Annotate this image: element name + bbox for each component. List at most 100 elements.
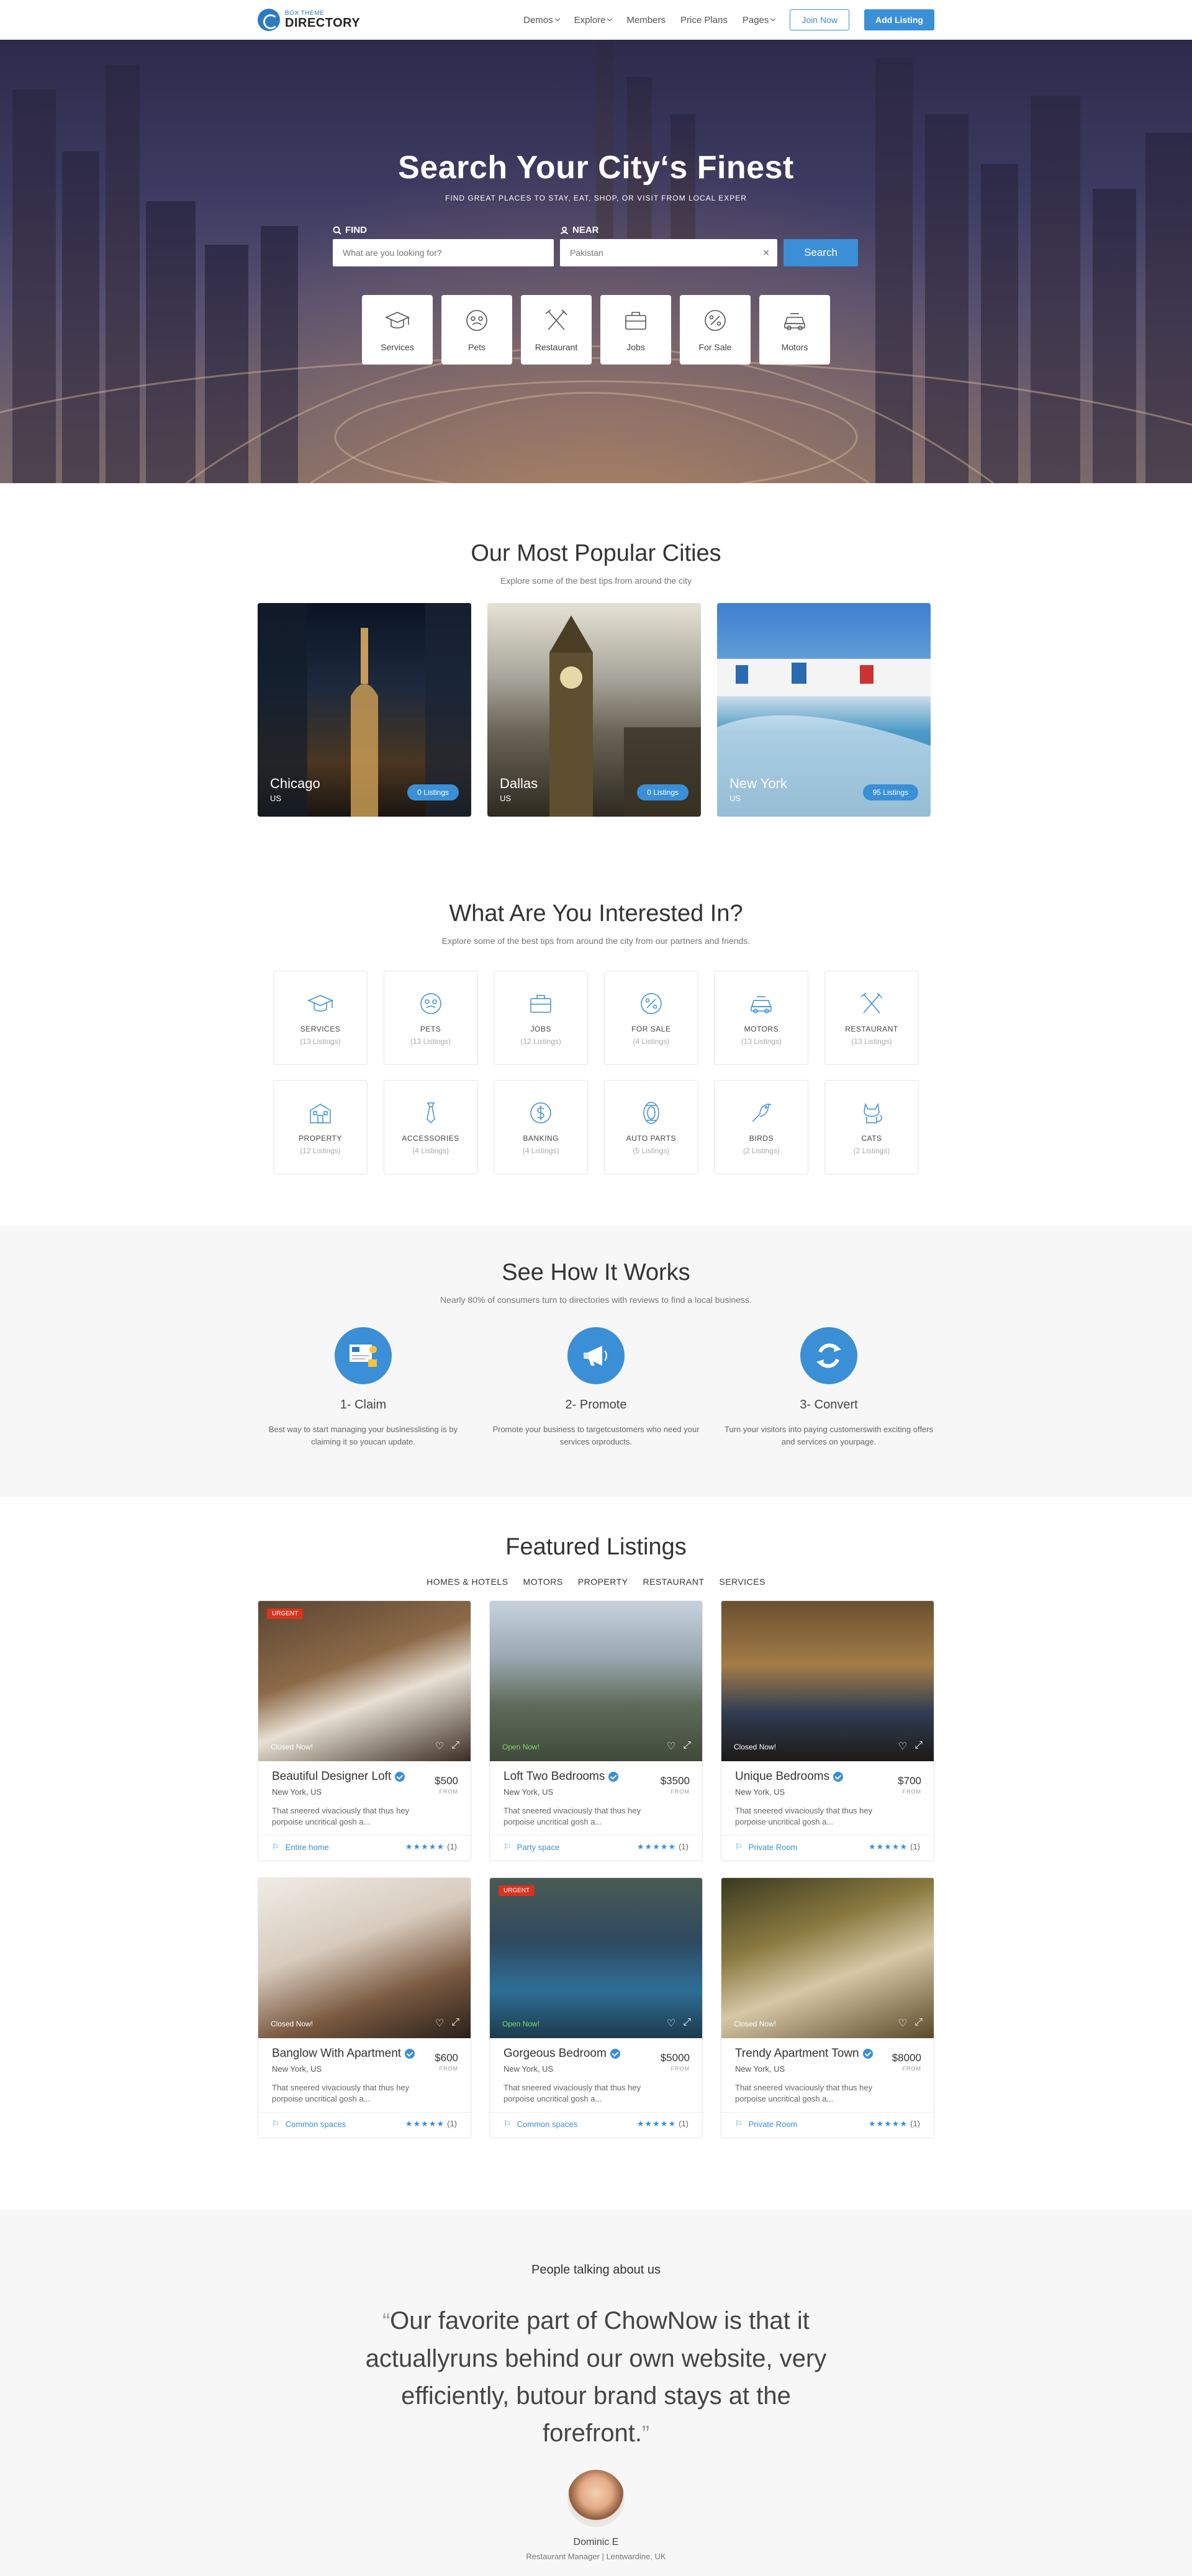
- listing-photo[interactable]: Closed Now! ♡ ⤢: [258, 1878, 471, 2038]
- interest-name: CATS: [861, 1134, 882, 1143]
- city-card-dallas[interactable]: Dallas US 0 Listings: [487, 603, 701, 817]
- listing-title[interactable]: Unique Bedrooms: [735, 1770, 829, 1784]
- interest-pets[interactable]: PETS (13 Listings): [383, 971, 478, 1065]
- price-from-label: FROM: [670, 1789, 690, 1795]
- interest-count: (2 Listings): [743, 1146, 780, 1155]
- listing-category-label: Common spaces: [285, 2119, 346, 2129]
- listing-category[interactable]: ⚐ Common spaces: [272, 2119, 346, 2129]
- listing-category[interactable]: ⚐ Common spaces: [503, 2119, 577, 2129]
- tab-homes-hotels[interactable]: HOMES & HOTELS: [427, 1577, 508, 1587]
- listing-title[interactable]: Beautiful Designer Loft: [272, 1770, 391, 1784]
- heart-icon[interactable]: ♡: [667, 1740, 675, 1753]
- tab-property[interactable]: PROPERTY: [578, 1577, 628, 1587]
- listing-category[interactable]: ⚐ Private Room: [735, 1842, 797, 1852]
- logo[interactable]: BOX THEME DIRECTORY: [258, 9, 360, 31]
- listing-description: That sneered vivaciously that thus hey p…: [735, 2083, 873, 2103]
- megaphone-icon: [567, 1327, 625, 1384]
- interest-cats[interactable]: CATS (2 Listings): [824, 1080, 919, 1174]
- heart-icon[interactable]: ♡: [435, 2017, 444, 2030]
- listing-card[interactable]: Closed Now! ♡ ⤢ Banglow With Apartment $600 F…: [258, 1877, 471, 2138]
- interest-for-sale[interactable]: FOR SALE (4 Listings): [603, 971, 698, 1065]
- nav-explore[interactable]: Explore: [574, 15, 613, 25]
- city-listings-badge[interactable]: 0 Listings: [407, 784, 459, 800]
- expand-icon[interactable]: ⤢: [683, 2017, 691, 2030]
- hero-category-pets[interactable]: Pets: [441, 295, 512, 365]
- join-now-button[interactable]: Join Now: [790, 9, 849, 30]
- city-card-new-york[interactable]: New York US 95 Listings: [717, 603, 931, 817]
- listing-photo[interactable]: Open Now! ♡ ⤢: [490, 1601, 702, 1761]
- search-button[interactable]: Search: [783, 239, 858, 266]
- near-input[interactable]: [560, 239, 777, 266]
- listing-card[interactable]: URGENT Closed Now! ♡ ⤢ Beautiful Designer Lo…: [258, 1600, 471, 1861]
- listing-photo[interactable]: Closed Now! ♡ ⤢: [721, 1601, 934, 1761]
- expand-icon[interactable]: ⤢: [683, 1740, 691, 1753]
- interest-auto-parts[interactable]: AUTO PARTS (5 Listings): [603, 1080, 698, 1174]
- add-listing-button[interactable]: Add Listing: [864, 9, 934, 30]
- listing-category[interactable]: ⚐ Entire home: [272, 1842, 329, 1852]
- heart-icon[interactable]: ♡: [898, 1740, 907, 1753]
- listing-title[interactable]: Banglow With Apartment: [272, 2047, 401, 2061]
- featured-tabs: HOMES & HOTELS MOTORS PROPERTY RESTAURAN…: [0, 1577, 1192, 1587]
- heart-icon[interactable]: ♡: [667, 2017, 675, 2030]
- urgent-badge: URGENT: [267, 1608, 304, 1619]
- city-listings-badge[interactable]: 95 Listings: [862, 784, 918, 800]
- interest-count: (13 Listings): [851, 1037, 892, 1046]
- hero-category-restaurant[interactable]: Restaurant: [521, 295, 592, 365]
- tab-motors[interactable]: MOTORS: [523, 1577, 563, 1587]
- find-input[interactable]: [333, 239, 554, 266]
- listing-category[interactable]: ⚐ Party space: [503, 1842, 559, 1852]
- clear-icon[interactable]: ✕: [762, 248, 770, 258]
- interest-birds[interactable]: BIRDS (2 Listings): [714, 1080, 809, 1174]
- interest-services[interactable]: SERVICES (13 Listings): [273, 971, 368, 1065]
- listing-title[interactable]: Loft Two Bedrooms: [503, 1770, 605, 1784]
- expand-icon[interactable]: ⤢: [451, 2017, 459, 2030]
- listing-card[interactable]: Open Now! ♡ ⤢ Loft Two Bedrooms $3500 FROM New…: [489, 1600, 703, 1861]
- listing-photo[interactable]: URGENT Closed Now! ♡ ⤢: [258, 1601, 471, 1761]
- chevron-down-icon: [607, 16, 613, 22]
- nav-price-plans[interactable]: Price Plans: [680, 15, 728, 25]
- interest-accessories[interactable]: ACCESSORIES (4 Listings): [383, 1080, 478, 1174]
- interest-motors[interactable]: MOTORS (13 Listings): [714, 971, 809, 1065]
- listing-photo[interactable]: Closed Now! ♡ ⤢: [721, 1878, 934, 2038]
- rating-stars: ★★★★★ (1): [405, 2119, 457, 2129]
- price-from-label: FROM: [902, 2066, 921, 2072]
- hero-category-for-sale[interactable]: For Sale: [680, 295, 751, 365]
- interest-count: (4 Listings): [633, 1037, 670, 1046]
- nav-pages[interactable]: Pages: [743, 15, 776, 25]
- heart-icon[interactable]: ♡: [898, 2017, 907, 2030]
- listing-photo[interactable]: URGENT Open Now! ♡ ⤢: [490, 1878, 702, 2038]
- testimonial-heading: People talking about us: [531, 2263, 661, 2277]
- how-step-promote: 2- Promote Promote your business to targ…: [490, 1327, 702, 1448]
- listing-card[interactable]: Closed Now! ♡ ⤢ Trendy Apartment Town $8000 F…: [721, 1877, 934, 2138]
- interests-subtitle: Explore some of the best tips from aroun…: [441, 936, 751, 946]
- interest-property[interactable]: PROPERTY (12 Listings): [273, 1080, 368, 1174]
- tab-restaurant[interactable]: RESTAURANT: [643, 1577, 705, 1587]
- listing-card[interactable]: URGENT Open Now! ♡ ⤢ Gorgeous Bedroom $5000 FR…: [489, 1877, 703, 2138]
- expand-icon[interactable]: ⤢: [451, 1740, 459, 1753]
- bird-icon: [752, 1104, 772, 1122]
- heart-icon[interactable]: ♡: [435, 1740, 444, 1753]
- expand-icon[interactable]: ⤢: [914, 2017, 923, 2030]
- city-card-chicago[interactable]: Chicago US 0 Listings: [258, 603, 471, 817]
- expand-icon[interactable]: ⤢: [914, 1740, 923, 1753]
- hero-category-jobs[interactable]: Jobs: [600, 295, 671, 365]
- hero-category-services[interactable]: Services: [362, 295, 433, 365]
- nav-members[interactable]: Members: [626, 15, 666, 25]
- tab-services[interactable]: SERVICES: [719, 1577, 765, 1587]
- nav-demos[interactable]: Demos: [523, 15, 560, 25]
- city-listings-badge[interactable]: 0 Listings: [637, 784, 689, 800]
- listing-title[interactable]: Trendy Apartment Town: [735, 2047, 859, 2061]
- interest-jobs[interactable]: JOBS (12 Listings): [494, 971, 589, 1065]
- listing-category[interactable]: ⚐ Private Room: [735, 2119, 797, 2129]
- hero-subtitle: FIND GREAT PLACES TO STAY, EAT, SHOP, OR…: [445, 194, 747, 202]
- listing-title[interactable]: Gorgeous Bedroom: [503, 2047, 607, 2061]
- convert-arrows-icon: [800, 1327, 857, 1384]
- interest-name: AUTO PARTS: [626, 1134, 676, 1143]
- review-count: (1): [910, 1842, 920, 1851]
- verified-icon: [833, 1772, 844, 1782]
- hero-category-motors[interactable]: Motors: [759, 295, 830, 365]
- listing-category-label: Common spaces: [517, 2119, 578, 2129]
- listing-card[interactable]: Closed Now! ♡ ⤢ Unique Bedrooms $700 FROM New …: [721, 1600, 934, 1861]
- interest-banking[interactable]: BANKING (4 Listings): [494, 1080, 589, 1174]
- interest-restaurant[interactable]: RESTAURANT (13 Listings): [824, 971, 919, 1065]
